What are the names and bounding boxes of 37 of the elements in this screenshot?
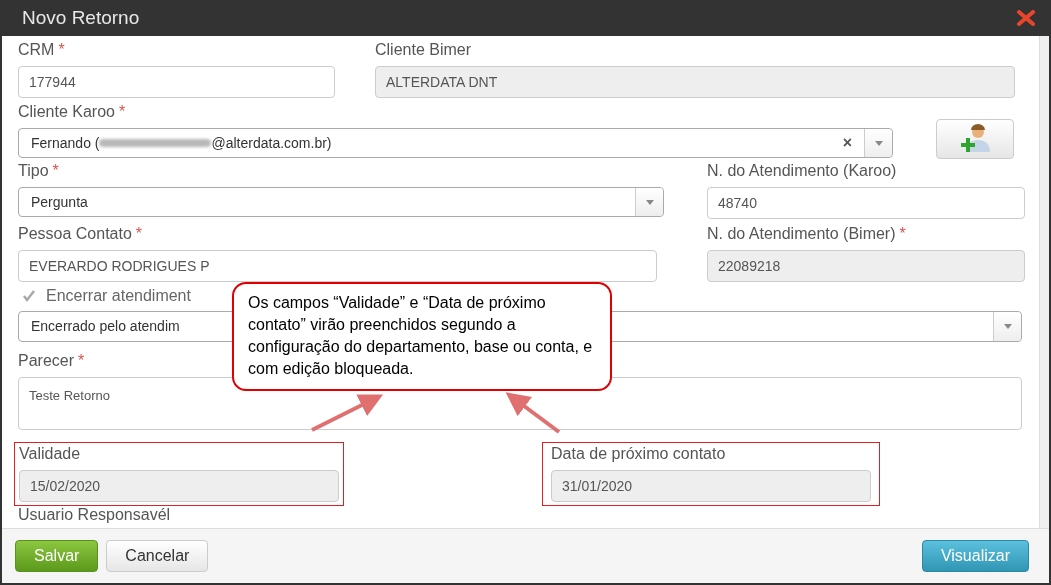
required-mark: *: [899, 225, 906, 243]
field-label: Pessoa Contato: [18, 225, 132, 243]
field-label: Cliente Karoo: [18, 103, 115, 121]
close-icon[interactable]: [1017, 10, 1035, 26]
field-label: Data de próximo contato: [551, 445, 726, 463]
field-label: CRM: [18, 41, 55, 59]
add-user-button[interactable]: [936, 119, 1014, 159]
field-label: N. do Atendimento (Bimer): [707, 225, 896, 243]
text-field[interactable]: EVERARDO RODRIGUES P: [18, 250, 657, 282]
clear-icon[interactable]: ×: [842, 135, 852, 151]
field-label: Tipo: [18, 162, 49, 180]
select-field[interactable]: Pergunta: [18, 187, 664, 217]
field-label: Parecer: [18, 352, 75, 370]
field-label: N. do Atendimento (Karoo): [707, 162, 897, 180]
checkbox[interactable]: [22, 289, 36, 303]
callout: Os campos “Validade” e “Data de próximo contato” virão preenchidos segundo a configuração do departamento, base ou conta, e com edição bloqueada.: [232, 282, 612, 391]
caret-icon: [874, 140, 883, 146]
text-field[interactable]: 177944: [18, 66, 335, 98]
field-label: Cliente Bimer: [375, 41, 472, 59]
select-value: Fernando (: [31, 133, 100, 153]
add-user-icon: [958, 124, 992, 154]
select-field[interactable]: Fernando ( @alterdata.com.br) ×: [18, 128, 893, 158]
dialog-title: Novo Retorno: [22, 5, 140, 30]
required-mark: *: [135, 225, 143, 243]
select-value: @alterdata.com.br): [211, 133, 332, 153]
field-label: Validade: [19, 445, 81, 463]
text-field[interactable]: 48740: [707, 187, 1025, 219]
checkbox-label: Encerrar atendiment: [46, 286, 191, 306]
arrow: [505, 392, 561, 434]
required-mark: *: [78, 352, 85, 370]
caret-icon: [645, 199, 654, 205]
required-mark: *: [52, 162, 59, 180]
caret-icon: [1003, 324, 1012, 329]
required-mark: *: [118, 103, 126, 121]
footer-button[interactable]: Cancelar: [106, 540, 209, 572]
field-label: Usuario Responsavél: [18, 506, 172, 524]
required-mark: *: [58, 41, 65, 59]
